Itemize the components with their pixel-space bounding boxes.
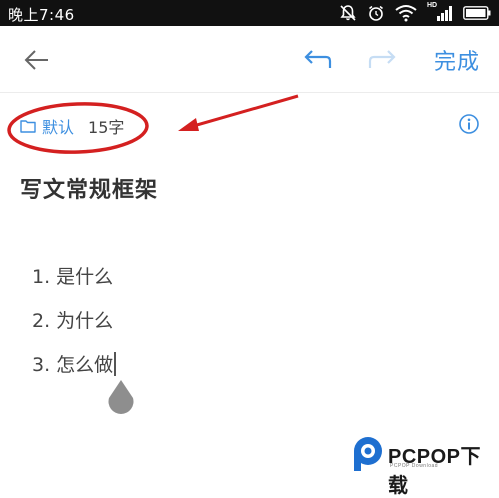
note-body[interactable]: 1. 是什么 2. 为什么 3. 怎么做: [32, 262, 472, 394]
folder-icon: [20, 120, 36, 133]
cursor-handle-icon[interactable]: [106, 378, 136, 414]
text-caret: [114, 352, 117, 376]
folder-selector[interactable]: 默认: [42, 114, 74, 138]
status-bar: 晚上7:46 HD: [0, 0, 499, 26]
wifi-icon: [395, 5, 417, 22]
list-item-text: 3. 怎么做: [32, 354, 114, 376]
watermark-subtext: PCPOP Download: [390, 463, 439, 469]
note-title[interactable]: 写文常规框架: [20, 172, 158, 204]
watermark-text: PCPOP下载: [388, 446, 482, 497]
info-button[interactable]: [458, 113, 480, 135]
list-item[interactable]: 1. 是什么: [32, 262, 472, 306]
list-item[interactable]: 3. 怎么做: [32, 350, 472, 394]
battery-icon: [463, 6, 491, 20]
annotation-arrow-shaft: [189, 94, 299, 129]
silent-icon: [340, 5, 356, 21]
list-item[interactable]: 2. 为什么: [32, 306, 472, 350]
pcpop-logo-icon: [354, 437, 382, 471]
info-icon: [459, 114, 479, 134]
annotation-arrowhead: [178, 118, 199, 131]
done-button[interactable]: 完成: [434, 44, 480, 76]
list-item-text: 1. 是什么: [32, 266, 114, 288]
signal-icon: [437, 6, 452, 21]
undo-button[interactable]: [300, 46, 334, 74]
redo-button[interactable]: [366, 46, 400, 74]
word-count: 15字: [88, 118, 125, 137]
redo-icon: [368, 50, 396, 68]
editor-toolbar: 完成: [0, 26, 499, 92]
status-time: 晚上7:46: [8, 6, 75, 24]
status-icons: HD: [339, 2, 491, 23]
list-item-text: 2. 为什么: [32, 310, 114, 332]
toolbar-divider: [0, 92, 499, 93]
note-meta-row: 默认 15字: [20, 114, 124, 138]
alarm-icon: [369, 5, 383, 21]
watermark-logo: PCPOP下载 PCPOP Download: [350, 434, 499, 497]
undo-icon: [304, 50, 332, 68]
signal-group: HD: [427, 2, 453, 22]
back-button[interactable]: [22, 46, 52, 74]
arrow-left-icon: [24, 50, 48, 70]
